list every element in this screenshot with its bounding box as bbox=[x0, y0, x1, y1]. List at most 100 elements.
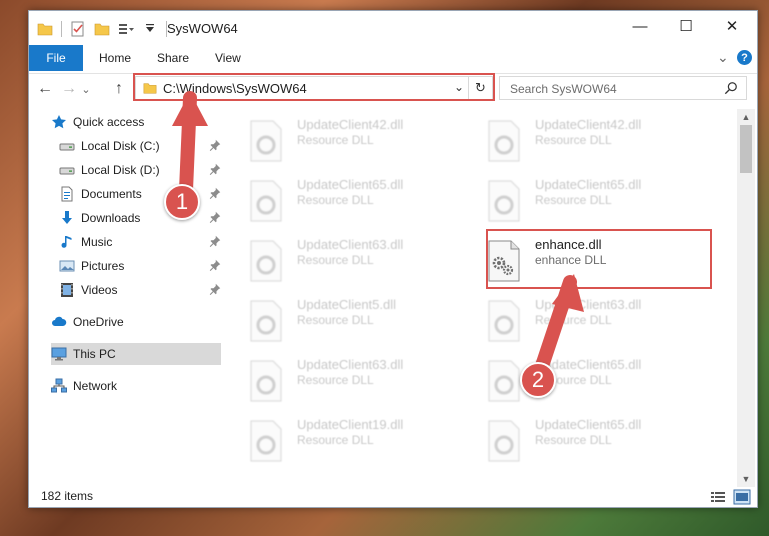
pin-icon[interactable] bbox=[209, 139, 221, 151]
file-name: enhance.dll bbox=[535, 237, 602, 252]
sidebar-item-local-disk-d[interactable]: Local Disk (D:) bbox=[59, 159, 221, 181]
list-item[interactable]: UpdateClient63.dll Resource DLL bbox=[463, 293, 693, 343]
sidebar-item-label: Documents bbox=[81, 187, 142, 201]
minimize-button[interactable]: — bbox=[617, 11, 663, 41]
list-item[interactable]: UpdateClient63.dll Resource DLL bbox=[225, 233, 455, 283]
videos-icon bbox=[61, 283, 73, 297]
drive-icon bbox=[59, 167, 75, 175]
dll-file-icon bbox=[488, 120, 520, 162]
file-type: Resource DLL bbox=[297, 193, 374, 207]
window-title: SysWOW64 bbox=[167, 21, 238, 36]
network-icon bbox=[51, 378, 67, 393]
list-item[interactable]: UpdateClient65.dll Resource DLL bbox=[225, 173, 455, 223]
dll-file-icon bbox=[250, 240, 282, 282]
properties-icon[interactable] bbox=[70, 21, 86, 37]
vertical-scrollbar[interactable]: ▲ ▼ bbox=[737, 109, 755, 487]
file-name: UpdateClient63.dll bbox=[297, 237, 404, 252]
file-type: Resource DLL bbox=[297, 313, 374, 327]
search-box[interactable]: Search SysWOW64 bbox=[499, 76, 747, 100]
sidebar-item-music[interactable]: Music bbox=[59, 231, 221, 253]
address-dropdown-button[interactable]: ⌄ bbox=[454, 80, 464, 94]
sidebar-item-this-pc[interactable]: This PC bbox=[51, 343, 221, 365]
customize-toolbar-icon[interactable] bbox=[118, 21, 134, 37]
tab-view[interactable]: View bbox=[215, 51, 241, 65]
list-item[interactable]: UpdateClient65.dll Resource DLL bbox=[463, 173, 693, 223]
navigation-pane: Quick access Local Disk (C:) Local Disk … bbox=[29, 109, 221, 487]
pin-icon[interactable] bbox=[209, 283, 221, 295]
refresh-button[interactable]: ↻ bbox=[468, 77, 492, 99]
address-bar[interactable]: C:\Windows\SysWOW64 ⌄ ↻ bbox=[135, 76, 493, 100]
sidebar-item-label: Quick access bbox=[73, 115, 145, 129]
drive-icon bbox=[59, 143, 75, 151]
sidebar-item-network[interactable]: Network bbox=[51, 375, 221, 397]
title-bar: SysWOW64 — ☐ ✕ bbox=[29, 11, 757, 45]
tab-file[interactable]: File bbox=[29, 45, 83, 71]
pin-icon[interactable] bbox=[209, 163, 221, 175]
maximize-button[interactable]: ☐ bbox=[663, 11, 709, 41]
list-item[interactable]: UpdateClient5.dll Resource DLL bbox=[225, 293, 455, 343]
search-icon[interactable] bbox=[724, 81, 738, 95]
list-item[interactable]: UpdateClient65.dll Resource DLL bbox=[463, 353, 693, 403]
close-button[interactable]: ✕ bbox=[709, 11, 755, 41]
folder-icon[interactable] bbox=[37, 21, 53, 37]
list-item[interactable]: UpdateClient65.dll Resource DLL bbox=[463, 413, 693, 463]
scroll-thumb[interactable] bbox=[740, 125, 752, 173]
callout-step-2: 2 bbox=[520, 362, 556, 398]
sidebar-item-label: Music bbox=[81, 235, 113, 249]
file-type: Resource DLL bbox=[535, 133, 612, 147]
file-list: UpdateClient42.dll Resource DLL UpdateCl… bbox=[225, 109, 735, 487]
search-input[interactable]: Search SysWOW64 bbox=[510, 82, 617, 96]
new-folder-icon[interactable] bbox=[94, 21, 110, 37]
dll-file-icon bbox=[488, 360, 520, 402]
cloud-icon bbox=[52, 316, 67, 326]
file-name: UpdateClient42.dll bbox=[535, 117, 642, 132]
scroll-down-button[interactable]: ▼ bbox=[737, 471, 755, 487]
file-type: Resource DLL bbox=[535, 193, 612, 207]
recent-locations-button[interactable]: ⌄ bbox=[79, 79, 93, 99]
file-type: Resource DLL bbox=[535, 313, 612, 327]
tab-share[interactable]: Share bbox=[157, 51, 189, 65]
scroll-up-button[interactable]: ▲ bbox=[737, 109, 755, 125]
forward-button[interactable]: → bbox=[59, 79, 79, 99]
file-type: Resource DLL bbox=[535, 433, 612, 447]
file-name: UpdateClient63.dll bbox=[535, 297, 642, 312]
file-type: enhance DLL bbox=[535, 253, 607, 267]
pin-icon[interactable] bbox=[209, 211, 221, 223]
back-button[interactable]: ← bbox=[35, 79, 55, 99]
pin-icon[interactable] bbox=[209, 187, 221, 199]
sidebar-item-videos[interactable]: Videos bbox=[59, 279, 221, 301]
sidebar-item-onedrive[interactable]: OneDrive bbox=[51, 311, 221, 333]
list-item[interactable]: UpdateClient42.dll Resource DLL bbox=[225, 113, 455, 163]
pin-icon[interactable] bbox=[209, 259, 221, 271]
details-view-icon[interactable] bbox=[709, 489, 727, 505]
navigation-bar: ← → ⌄ ↑ C:\Windows\SysWOW64 ⌄ ↻ Search S… bbox=[29, 73, 757, 103]
tiles-view-icon[interactable] bbox=[733, 489, 751, 505]
address-path[interactable]: C:\Windows\SysWOW64 bbox=[163, 81, 307, 96]
help-button[interactable]: ? bbox=[737, 50, 752, 65]
expand-ribbon-button[interactable]: ⌄ bbox=[717, 49, 729, 66]
quick-access-toolbar bbox=[37, 19, 167, 39]
list-item-enhance-dll[interactable]: enhance.dll enhance DLL bbox=[463, 233, 693, 283]
up-button[interactable]: ↑ bbox=[109, 79, 129, 99]
sidebar-item-quick-access[interactable]: Quick access bbox=[51, 111, 221, 133]
sidebar-item-label: Videos bbox=[81, 283, 118, 297]
sidebar-item-label: Downloads bbox=[81, 211, 141, 225]
file-name: UpdateClient63.dll bbox=[297, 357, 404, 372]
music-icon bbox=[61, 236, 72, 248]
file-name: UpdateClient19.dll bbox=[297, 417, 404, 432]
sidebar-item-local-disk-c[interactable]: Local Disk (C:) bbox=[59, 135, 221, 157]
sidebar-item-label: This PC bbox=[73, 347, 116, 361]
chevron-down-icon[interactable] bbox=[142, 21, 158, 37]
file-name: UpdateClient65.dll bbox=[297, 177, 404, 192]
dll-gear-file-icon bbox=[488, 240, 520, 282]
sidebar-item-label: Local Disk (D:) bbox=[81, 163, 160, 177]
pin-icon[interactable] bbox=[209, 235, 221, 247]
sidebar-item-pictures[interactable]: Pictures bbox=[59, 255, 221, 277]
explorer-window: SysWOW64 — ☐ ✕ File Home Share View ⌄ ? … bbox=[28, 10, 758, 508]
list-item[interactable]: UpdateClient63.dll Resource DLL bbox=[225, 353, 455, 403]
toolbar-divider bbox=[61, 21, 62, 37]
tab-home[interactable]: Home bbox=[99, 51, 131, 65]
list-item[interactable]: UpdateClient19.dll Resource DLL bbox=[225, 413, 455, 463]
callout-step-1: 1 bbox=[164, 184, 200, 220]
list-item[interactable]: UpdateClient42.dll Resource DLL bbox=[463, 113, 693, 163]
